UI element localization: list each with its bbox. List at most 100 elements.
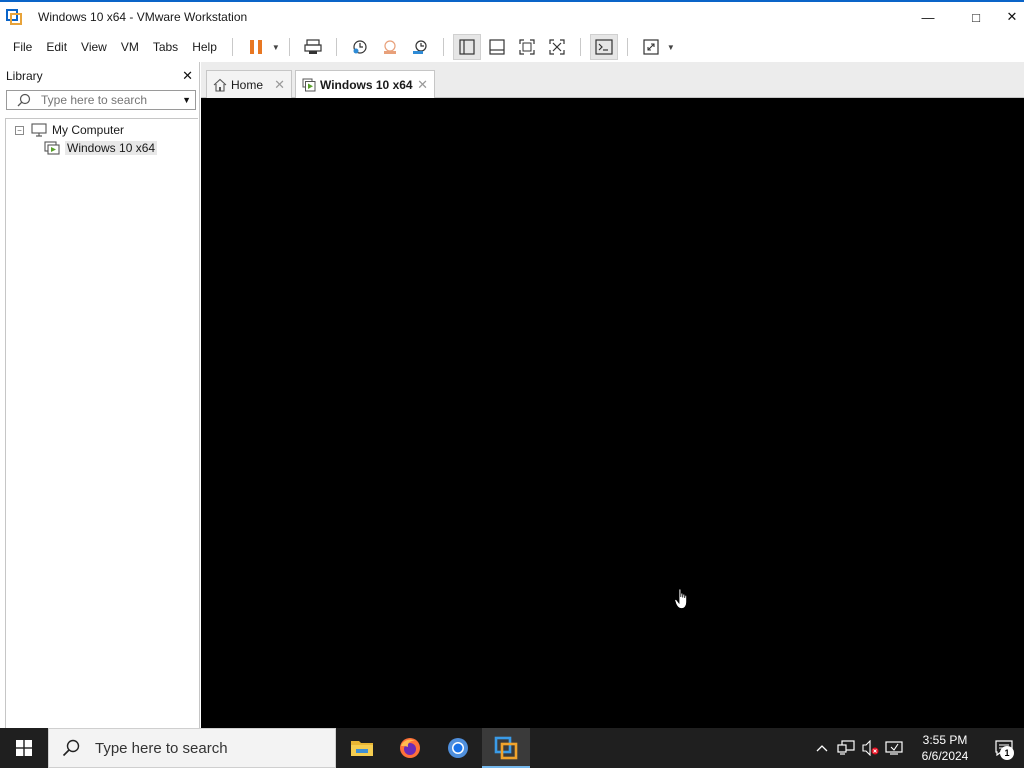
send-ctrl-alt-del-button[interactable] [299, 34, 327, 60]
volume-button[interactable] [858, 728, 882, 768]
tab-close-button[interactable]: ✕ [274, 77, 285, 93]
system-tray: 3:55 PM 6/6/2024 1 [810, 728, 1024, 768]
vmware-icon [494, 736, 518, 760]
menu-tabs[interactable]: Tabs [146, 32, 185, 62]
taskbar-chrome[interactable] [434, 728, 482, 768]
toolbar-separator [231, 38, 233, 56]
toolbar-separator [288, 38, 290, 56]
windows-start-icon [16, 740, 32, 756]
menu-view[interactable]: View [74, 32, 114, 62]
title-bar[interactable]: Windows 10 x64 - VMware Workstation — □ … [0, 2, 1024, 32]
close-button[interactable]: ✕ [1000, 2, 1024, 32]
stretch-guest-button[interactable] [637, 34, 665, 60]
taskbar-clock[interactable]: 3:55 PM 6/6/2024 [906, 728, 984, 768]
home-icon [213, 78, 227, 92]
stretch-guest-icon [643, 39, 659, 55]
menu-edit[interactable]: Edit [39, 32, 74, 62]
tab-label: Windows 10 x64 [320, 77, 413, 92]
unity-button[interactable] [543, 34, 571, 60]
taskbar-file-explorer[interactable] [338, 728, 386, 768]
library-search[interactable]: ▼ [6, 90, 196, 110]
running-vm-icon [44, 141, 60, 155]
pause-icon [249, 40, 262, 54]
library-search-input[interactable] [41, 93, 181, 107]
show-library-icon [459, 39, 475, 55]
show-library-button[interactable] [452, 34, 481, 60]
window-controls: — □ ✕ [904, 2, 1024, 32]
maximize-button[interactable]: □ [952, 2, 1000, 32]
clock-time: 3:55 PM [922, 733, 968, 747]
unity-icon [549, 39, 565, 55]
library-close-button[interactable]: ✕ [182, 68, 193, 84]
clock-date: 6/6/2024 [921, 749, 969, 763]
vmware-window: Windows 10 x64 - VMware Workstation — □ … [0, 0, 1024, 730]
chevron-down-icon[interactable]: ▼ [182, 95, 191, 105]
tree-item-windows-10-x64[interactable]: Windows 10 x64 [44, 139, 198, 157]
notification-badge: 1 [1000, 746, 1014, 760]
action-center-button[interactable]: 1 [984, 728, 1024, 768]
full-screen-icon [519, 39, 535, 55]
snapshot-manager-button[interactable] [406, 34, 434, 60]
tree-item-label: Windows 10 x64 [65, 141, 158, 155]
snapshot-manager-icon [412, 40, 427, 54]
toolbar-separator [626, 38, 628, 56]
tree-item-my-computer[interactable]: − My Computer [6, 121, 198, 139]
library-header: Library ✕ [0, 62, 199, 90]
running-vm-icon [302, 78, 316, 92]
menu-vm[interactable]: VM [114, 32, 146, 62]
tab-bar: Home ✕ Windows 10 x64 ✕ [201, 62, 1024, 98]
taskbar-search-box[interactable]: Type here to search [48, 728, 336, 768]
taskbar-search-text: Type here to search [95, 739, 228, 757]
menu-help[interactable]: Help [185, 32, 224, 62]
thumbnail-bar-icon [489, 39, 505, 55]
display-button[interactable] [882, 728, 906, 768]
library-panel: Library ✕ ▼ − My Computer Windows [0, 62, 200, 730]
send-ctrl-alt-del-icon [304, 39, 322, 54]
menu-toolbar: File Edit View VM Tabs Help ▼ ▼ [0, 32, 1024, 62]
thumbnail-bar-button[interactable] [483, 34, 511, 60]
tab-label: Home [231, 77, 264, 92]
computer-icon [31, 123, 47, 137]
network-button[interactable] [834, 728, 858, 768]
pause-button[interactable] [242, 34, 270, 60]
tab-windows-10-x64[interactable]: Windows 10 x64 ✕ [295, 70, 435, 98]
pause-dropdown[interactable]: ▼ [271, 34, 281, 60]
file-explorer-icon [351, 741, 373, 756]
toolbar-separator [442, 38, 444, 56]
minimize-button[interactable]: — [904, 2, 952, 32]
toolbar-separator [579, 38, 581, 56]
stretch-guest-dropdown[interactable]: ▼ [666, 34, 676, 60]
volume-muted-icon [862, 740, 879, 756]
search-icon [15, 91, 33, 109]
menu-file[interactable]: File [6, 32, 39, 62]
start-button[interactable] [0, 728, 48, 768]
network-icon [837, 740, 855, 755]
chevron-up-icon [816, 745, 828, 752]
console-view-icon [595, 39, 613, 55]
tab-close-button[interactable]: ✕ [417, 77, 428, 93]
hand-cursor-icon [674, 588, 687, 609]
display-icon [885, 741, 903, 755]
take-snapshot-button[interactable] [346, 34, 374, 60]
full-screen-button[interactable] [513, 34, 541, 60]
firefox-icon [400, 738, 420, 758]
revert-snapshot-button[interactable] [376, 34, 404, 60]
taskbar: Type here to search 3:55 PM 6/6/2024 1 [0, 728, 1024, 768]
chrome-icon [448, 738, 468, 758]
taskbar-firefox[interactable] [386, 728, 434, 768]
console-view-button[interactable] [589, 34, 618, 60]
window-title: Windows 10 x64 - VMware Workstation [38, 10, 248, 24]
revert-snapshot-icon [383, 40, 396, 54]
search-icon [61, 738, 81, 758]
tab-home[interactable]: Home ✕ [206, 70, 292, 98]
vmware-app-icon [6, 9, 22, 25]
library-tree: − My Computer Windows 10 x64 [5, 118, 198, 730]
toolbar-separator [335, 38, 337, 56]
tree-item-label: My Computer [52, 123, 125, 137]
show-hidden-icons-button[interactable] [810, 728, 834, 768]
library-title: Library [6, 69, 43, 83]
snapshot-icon [353, 40, 367, 54]
vm-console[interactable] [201, 98, 1024, 730]
taskbar-vmware[interactable] [482, 728, 530, 768]
collapse-toggle[interactable]: − [15, 125, 24, 135]
